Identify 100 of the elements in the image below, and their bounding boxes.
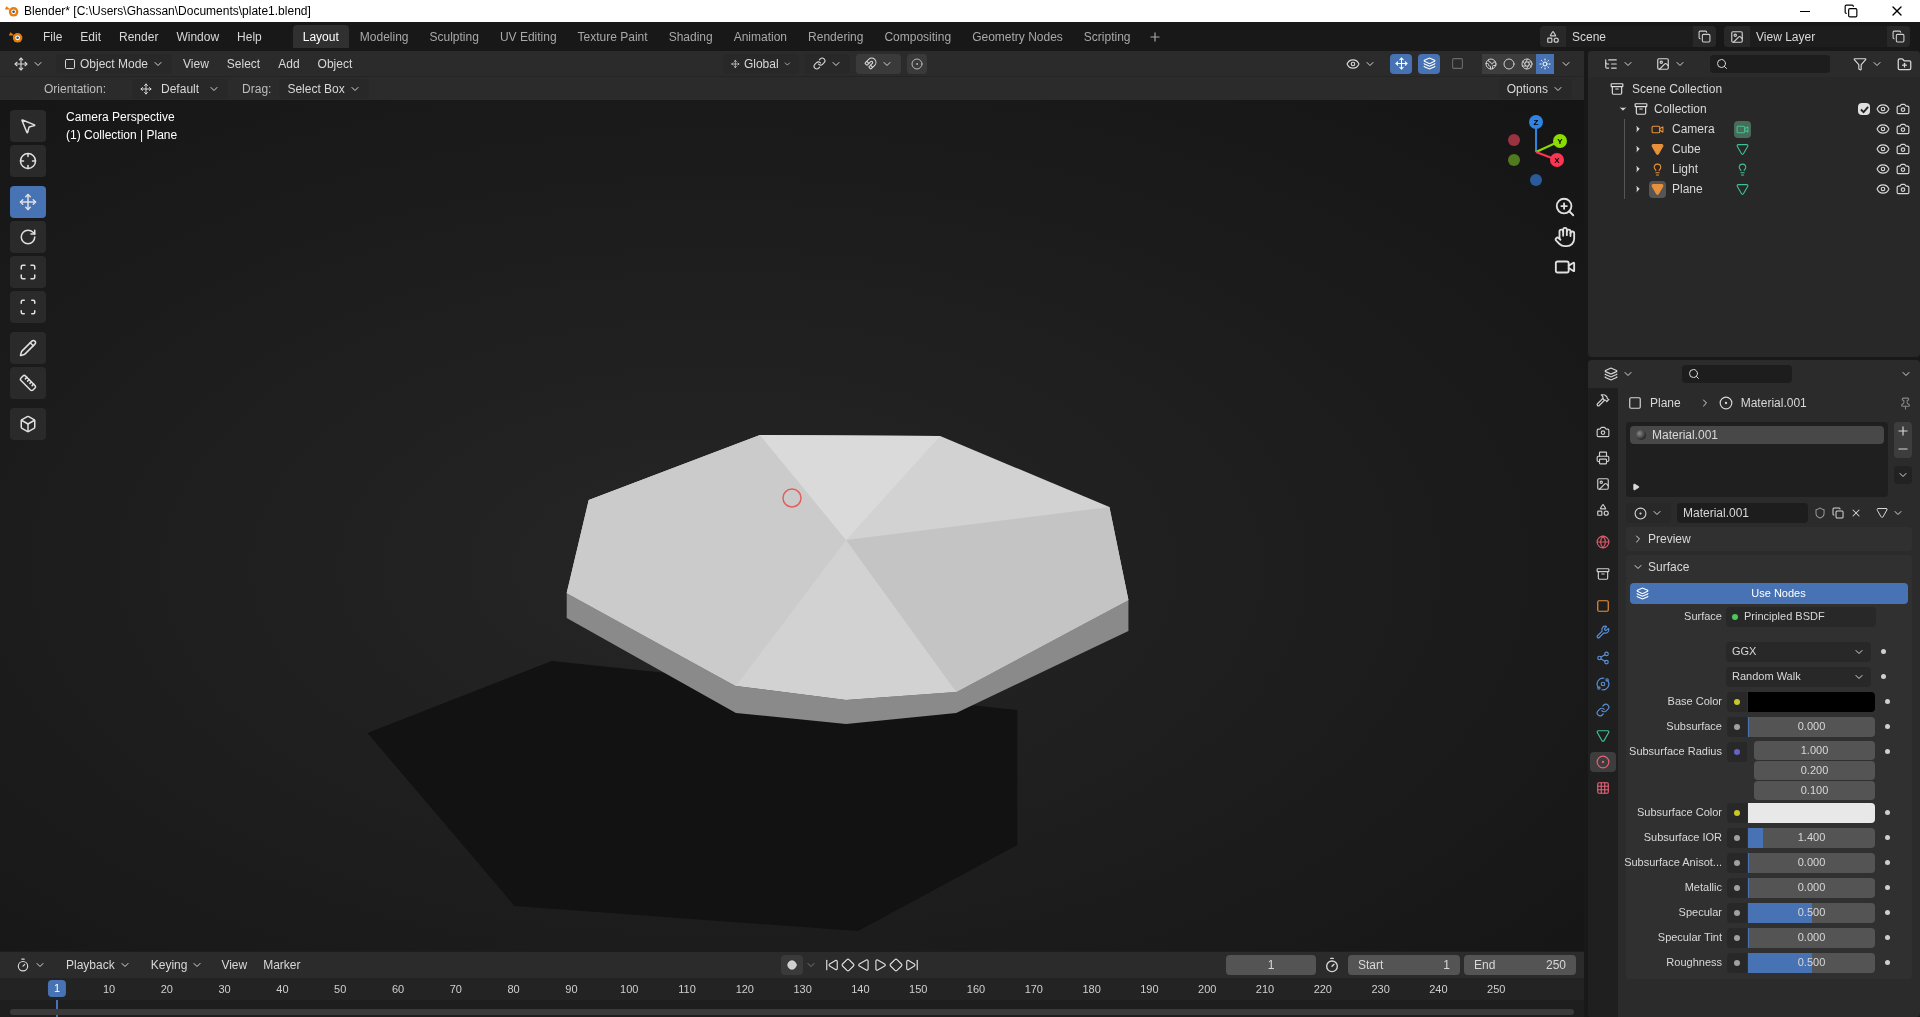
timeline-scrollbar[interactable] (10, 1009, 1574, 1015)
workspace-tab[interactable]: UV Editing (489, 25, 567, 48)
tree-item[interactable]: Scene Collection (1632, 80, 1723, 98)
hand-icon[interactable] (1554, 226, 1576, 248)
visibility-icon[interactable] (1876, 182, 1890, 196)
menu-item[interactable]: Select (219, 53, 268, 74)
render-visibility-icon[interactable] (1896, 142, 1910, 156)
fake-user-icon[interactable] (1813, 506, 1826, 520)
options-dropdown[interactable]: Options (1498, 78, 1572, 99)
menu-dropdown[interactable]: Playback (58, 955, 139, 975)
properties-tab[interactable] (1590, 752, 1616, 772)
scale-tool-button[interactable] (10, 256, 46, 288)
slot-menu-icon[interactable] (1894, 466, 1912, 484)
value-slider[interactable]: 0.000 (1748, 716, 1875, 737)
scene-selector[interactable]: Scene (1540, 26, 1716, 47)
render-visibility-icon[interactable] (1896, 102, 1910, 116)
menu-item[interactable]: File (34, 25, 72, 48)
wireframe-shading-button[interactable] (1482, 53, 1500, 74)
expand-toggle-icon[interactable] (1618, 104, 1628, 114)
duplicate-icon[interactable] (1831, 506, 1844, 520)
value-slider[interactable]: 0.000 (1748, 877, 1875, 898)
menu-item[interactable]: Render (110, 25, 168, 48)
search-field[interactable] (1682, 365, 1792, 383)
drag-dropdown[interactable]: Select Box (279, 78, 369, 99)
material-slot[interactable]: Material.001 (1630, 426, 1884, 444)
visibility-icon[interactable] (1876, 142, 1890, 156)
expand-toggle-icon[interactable] (1633, 184, 1643, 194)
vector-component-field[interactable]: 1.000 (1754, 741, 1875, 760)
add-workspace-icon[interactable] (1147, 29, 1162, 44)
tree-item[interactable]: Plane (1672, 180, 1728, 198)
pin-icon[interactable] (1899, 396, 1912, 410)
gizmo-toggle[interactable] (1390, 53, 1412, 74)
end-frame-field[interactable]: End 250 (1464, 955, 1576, 975)
material-shading-button[interactable] (1518, 53, 1536, 74)
shader-field[interactable]: Principled BSDF (1726, 606, 1876, 627)
menu-item[interactable]: Edit (71, 25, 111, 48)
vector-component-field[interactable]: 0.200 (1754, 761, 1875, 780)
render-visibility-icon[interactable] (1896, 182, 1910, 196)
rendered-shading-button[interactable] (1536, 53, 1554, 74)
tree-item[interactable]: Cube (1672, 140, 1728, 158)
workspace-tab[interactable]: Shading (658, 25, 723, 48)
zoom-icon[interactable] (1554, 196, 1576, 218)
cursor-tool-button[interactable] (10, 145, 46, 177)
tree-item[interactable]: Collection (1654, 100, 1707, 118)
menu-item[interactable]: Object (310, 53, 360, 74)
move-tool-button[interactable] (10, 186, 46, 218)
view-layer-selector[interactable]: View Layer (1724, 26, 1910, 47)
mode-dropdown[interactable]: Object Mode (56, 53, 173, 74)
navigation-gizmo[interactable]: Z Y X (1496, 112, 1576, 192)
start-frame-field[interactable]: Start 1 (1348, 955, 1460, 975)
select-tool-button[interactable] (10, 110, 46, 142)
menu-item[interactable]: Marker (257, 955, 307, 975)
overlay-toggle[interactable] (1418, 53, 1440, 74)
visibility-icon[interactable] (1876, 162, 1890, 176)
expand-toggle-icon[interactable] (1633, 144, 1643, 154)
add-cube-tool-button[interactable] (10, 408, 46, 440)
visibility-icon[interactable] (1876, 102, 1890, 116)
panel-header[interactable]: Preview (1626, 527, 1912, 551)
render-visibility-icon[interactable] (1896, 162, 1910, 176)
orientation-dropdown[interactable]: Global (723, 53, 800, 74)
record-button[interactable] (780, 955, 803, 975)
tree-item[interactable]: Light (1672, 160, 1728, 178)
proportional-edit-button[interactable] (907, 53, 928, 74)
stopwatch-icon[interactable] (1324, 957, 1340, 973)
workspace-tab[interactable]: Sculpting (419, 25, 489, 48)
current-frame-indicator[interactable]: 1 (47, 980, 67, 997)
measure-tool-button[interactable] (10, 367, 46, 399)
workspace-tab[interactable]: Geometry Nodes (962, 25, 1073, 48)
search-field[interactable] (1710, 55, 1830, 73)
rotate-tool-button[interactable] (10, 221, 46, 253)
dropdown[interactable]: GGX (1726, 641, 1871, 662)
panel-header[interactable]: Surface (1626, 555, 1912, 579)
value-slider[interactable]: 0.000 (1748, 927, 1875, 948)
workspace-tab[interactable]: Rendering (798, 25, 874, 48)
vector-component-field[interactable]: 0.100 (1754, 781, 1875, 800)
play-icon[interactable] (872, 958, 887, 972)
menu-item[interactable]: Window (167, 25, 229, 48)
expand-list-icon[interactable] (1632, 483, 1640, 491)
play-reverse-icon[interactable] (856, 958, 871, 972)
annotate-tool-button[interactable] (10, 332, 46, 364)
expand-toggle-icon[interactable] (1633, 164, 1643, 174)
menu-item[interactable]: View (215, 955, 254, 975)
menu-dropdown[interactable]: Keying (142, 955, 212, 975)
jump-start-icon[interactable] (824, 958, 839, 972)
render-visibility-icon[interactable] (1896, 122, 1910, 136)
color-swatch[interactable] (1748, 802, 1875, 823)
expand-toggle-icon[interactable] (1633, 124, 1643, 134)
exclude-checkbox[interactable] (1858, 103, 1870, 115)
jump-end-icon[interactable] (904, 958, 919, 972)
tree-item[interactable]: Camera (1672, 120, 1728, 138)
camera-data-icon[interactable] (1734, 120, 1751, 138)
snap-dropdown[interactable] (856, 53, 902, 74)
transform-tool-button[interactable] (10, 291, 46, 323)
use-nodes-button[interactable]: Use Nodes (1630, 583, 1908, 604)
breadcrumb-item[interactable]: Plane (1650, 394, 1681, 412)
material-name-field[interactable]: Material.001 (1677, 503, 1808, 523)
menu-item[interactable]: View (176, 53, 216, 74)
workspace-tab[interactable]: Texture Paint (567, 25, 658, 48)
workspace-tab[interactable]: Animation (723, 25, 798, 48)
visibility-icon[interactable] (1876, 122, 1890, 136)
